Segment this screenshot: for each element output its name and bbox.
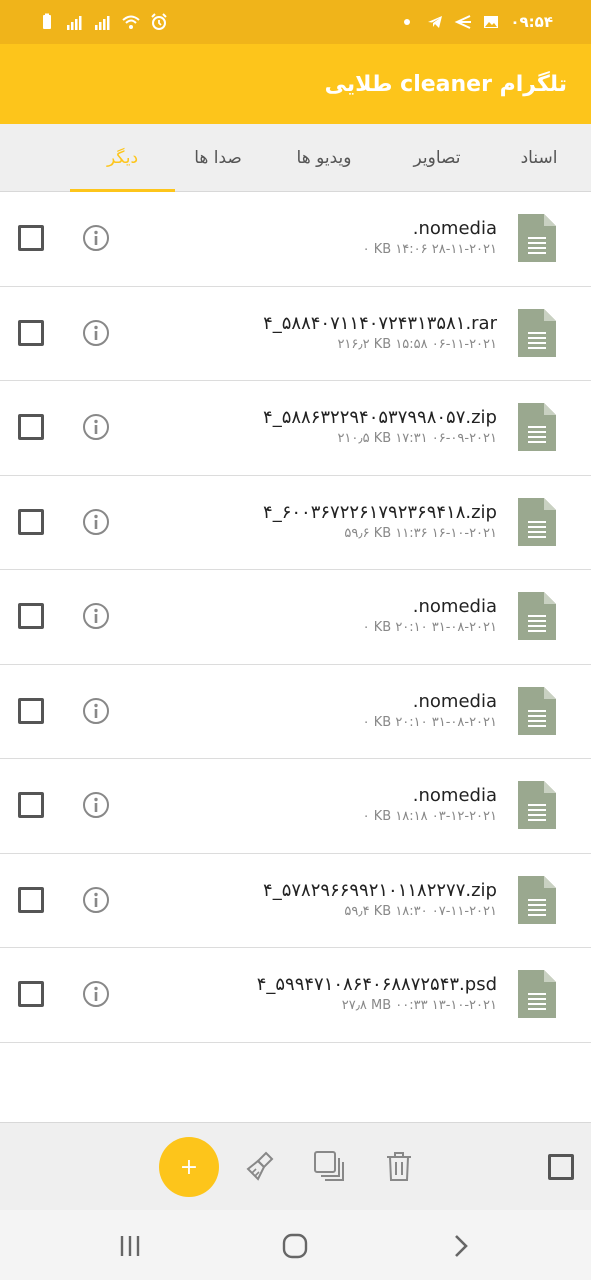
file-row[interactable]: ۴_۵۸۸۴۰۷۱۱۴۰۷۲۴۳۱۳۵۸۱.rar ۲۱۶٫۲ KB ۱۵:۵۸ … — [0, 287, 591, 381]
document-file-icon — [518, 214, 556, 262]
tab-videos[interactable]: ویدیو ها — [261, 124, 387, 191]
document-file-icon — [518, 592, 556, 640]
document-file-icon — [518, 308, 556, 357]
info-icon[interactable] — [82, 980, 110, 1008]
alarm-icon — [151, 13, 167, 30]
document-file-icon — [518, 875, 556, 924]
file-meta: ۰ KB ۲۰:۱۰ ۳۱-۰۸-۲۰۲۱ — [362, 620, 497, 635]
status-bar: ۰۹:۵۴ — [0, 0, 591, 44]
image-icon — [484, 16, 499, 28]
recent-apps-icon[interactable] — [116, 1232, 144, 1260]
file-meta: ۰ KB ۱۴:۰۶ ۲۸-۱۱-۲۰۲۱ — [362, 242, 497, 257]
file-meta: ۲۷٫۸ MB ۰۰:۳۳ ۱۳-۱۰-۲۰۲۱ — [341, 998, 497, 1013]
document-file-icon — [518, 970, 556, 1018]
back-arrow-icon — [454, 15, 472, 29]
signal-icon — [67, 16, 82, 30]
document-file-icon — [518, 686, 556, 735]
file-meta: ۵۹٫۴ KB ۱۸:۳۰ ۰۷-۱۱-۲۰۲۱ — [344, 903, 497, 919]
tab-audio[interactable]: صدا ها — [175, 124, 261, 191]
file-name: .nomedia — [412, 690, 497, 712]
file-name: .nomedia — [412, 596, 497, 617]
file-checkbox[interactable] — [18, 319, 44, 346]
file-name: .nomedia — [412, 785, 497, 806]
system-nav-bar — [0, 1210, 591, 1280]
file-checkbox[interactable] — [18, 508, 44, 535]
tab-bar: اسناد تصاویر ویدیو ها صدا ها دیگر — [0, 124, 591, 192]
file-row[interactable]: ۴_۵۹۹۴۷۱۰۸۶۴۰۶۸۸۷۲۵۴۳.psd ۲۷٫۸ MB ۰۰:۳۳ ۱… — [0, 948, 591, 1043]
add-button[interactable]: + — [159, 1137, 219, 1197]
file-meta: ۲۱۰٫۵ KB ۱۷:۳۱ ۰۶-۰۹-۲۰۲۱ — [337, 431, 497, 446]
home-icon[interactable] — [281, 1232, 309, 1260]
dot-icon — [404, 19, 411, 25]
file-name: ۴_۶۰۰۳۶۷۲۲۶۱۷۹۲۳۶۹۴۱۸.zip — [263, 501, 497, 523]
info-icon[interactable] — [82, 602, 110, 630]
file-row[interactable]: .nomedia ۰ KB ۲۰:۱۰ ۳۱-۰۸-۲۰۲۱ — [0, 570, 591, 665]
battery-icon — [43, 13, 51, 29]
app-bar: تلگرام cleaner طلایی — [0, 44, 591, 124]
tab-images[interactable]: تصاویر — [387, 124, 487, 191]
file-meta: ۵۹٫۶ KB ۱۱:۳۶ ۱۶-۱۰-۲۰۲۱ — [344, 525, 497, 541]
file-row[interactable]: .nomedia ۰ KB ۱۴:۰۶ ۲۸-۱۱-۲۰۲۱ — [0, 192, 591, 287]
bottom-action-bar: + — [0, 1122, 591, 1210]
info-icon[interactable] — [82, 413, 110, 441]
status-left — [38, 13, 168, 31]
select-all-checkbox[interactable] — [548, 1154, 574, 1180]
file-list: .nomedia ۰ KB ۱۴:۰۶ ۲۸-۱۱-۲۰۲۱ ۴_۵۸۸۴۰۷۱۱۴… — [0, 192, 591, 1043]
file-name: ۴_۵۸۸۴۰۷۱۱۴۰۷۲۴۳۱۳۵۸۱.rar — [263, 312, 497, 334]
file-name: ۴_۵۷۸۲۹۶۶۹۹۲۱۰۱۱۸۲۲۷۷.zip — [263, 879, 497, 901]
document-file-icon — [518, 781, 556, 829]
file-checkbox[interactable] — [18, 225, 44, 251]
file-meta: ۲۱۶٫۲ KB ۱۵:۵۸ ۰۶-۱۱-۲۰۲۱ — [337, 336, 497, 352]
info-icon[interactable] — [82, 697, 110, 725]
app-title: تلگرام cleaner طلایی — [324, 71, 567, 97]
broom-icon[interactable] — [244, 1149, 278, 1183]
file-checkbox[interactable] — [18, 414, 44, 440]
file-checkbox[interactable] — [18, 981, 44, 1007]
status-time: ۰۹:۵۴ — [510, 13, 553, 31]
document-file-icon — [518, 497, 556, 546]
file-checkbox[interactable] — [18, 697, 44, 724]
file-row[interactable]: ۴_۶۰۰۳۶۷۲۲۶۱۷۹۲۳۶۹۴۱۸.zip ۵۹٫۶ KB ۱۱:۳۶ ۱… — [0, 476, 591, 570]
info-icon[interactable] — [82, 224, 110, 252]
tab-other[interactable]: دیگر — [70, 124, 175, 192]
file-name: ۴_۵۸۸۶۳۲۲۹۴۰۵۳۷۹۹۸۰۵۷.zip — [263, 407, 497, 428]
document-file-icon — [518, 403, 556, 451]
info-icon[interactable] — [82, 791, 110, 819]
file-checkbox[interactable] — [18, 792, 44, 818]
info-icon[interactable] — [82, 319, 110, 347]
file-row[interactable]: ۴_۵۸۸۶۳۲۲۹۴۰۵۳۷۹۹۸۰۵۷.zip ۲۱۰٫۵ KB ۱۷:۳۱ … — [0, 381, 591, 476]
copy-icon[interactable] — [312, 1149, 346, 1183]
tab-documents[interactable]: اسناد — [487, 124, 591, 191]
info-icon[interactable] — [82, 508, 110, 536]
file-checkbox[interactable] — [18, 603, 44, 629]
wifi-icon — [122, 15, 140, 29]
file-checkbox[interactable] — [18, 886, 44, 913]
file-meta: ۰ KB ۱۸:۱۸ ۰۳-۱۲-۲۰۲۱ — [362, 809, 497, 824]
file-row[interactable]: .nomedia ۰ KB ۱۸:۱۸ ۰۳-۱۲-۲۰۲۱ — [0, 759, 591, 854]
telegram-icon — [428, 16, 443, 28]
file-name: ۴_۵۹۹۴۷۱۰۸۶۴۰۶۸۸۷۲۵۴۳.psd — [256, 974, 497, 995]
file-row[interactable]: ۴_۵۷۸۲۹۶۶۹۹۲۱۰۱۱۸۲۲۷۷.zip ۵۹٫۴ KB ۱۸:۳۰ ۰… — [0, 854, 591, 948]
file-meta: ۰ KB ۲۰:۱۰ ۳۱-۰۸-۲۰۲۱ — [362, 714, 497, 730]
file-name: .nomedia — [412, 218, 497, 239]
status-right: ۰۹:۵۴ — [398, 13, 553, 31]
signal-icon — [95, 16, 110, 30]
back-icon[interactable] — [447, 1232, 475, 1260]
delete-icon[interactable] — [382, 1149, 416, 1183]
info-icon[interactable] — [82, 886, 110, 914]
file-row[interactable]: .nomedia ۰ KB ۲۰:۱۰ ۳۱-۰۸-۲۰۲۱ — [0, 665, 591, 759]
